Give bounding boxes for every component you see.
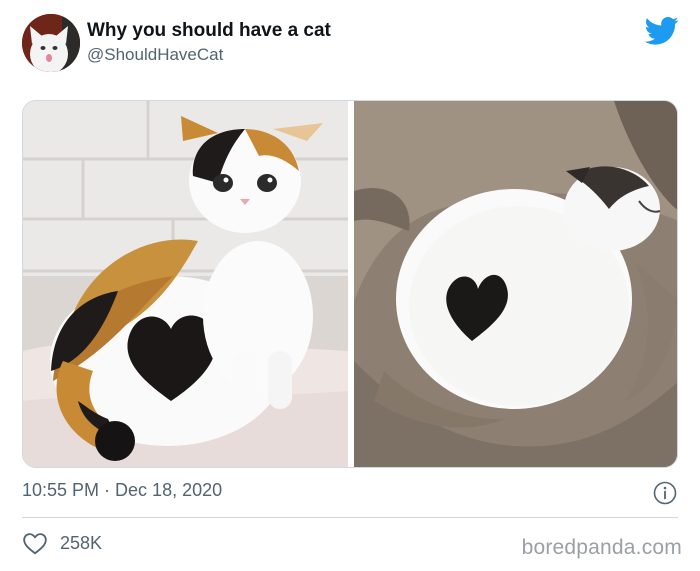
tweet-media[interactable] — [22, 100, 678, 468]
tweet-timestamp[interactable]: 10:55 PM · Dec 18, 2020 — [22, 480, 227, 501]
source-watermark: boredpanda.com — [521, 536, 682, 559]
like-count: 258K — [60, 533, 103, 553]
author-name[interactable]: Why you should have a cat — [87, 20, 331, 42]
photo-calico-kitten[interactable] — [23, 101, 348, 467]
timestamp-separator: · — [104, 480, 111, 500]
photo-sleeping-cat[interactable] — [354, 101, 677, 467]
heart-outline-icon[interactable] — [22, 531, 48, 555]
twitter-bird-icon[interactable] — [645, 16, 679, 46]
tweet-card: Why you should have a cat @ShouldHaveCat — [0, 0, 700, 571]
tweet-date: Dec 18, 2020 — [115, 480, 223, 500]
divider — [22, 517, 678, 518]
info-icon[interactable] — [653, 481, 677, 505]
avatar[interactable] — [22, 14, 80, 72]
avatar-image — [22, 14, 80, 72]
author-handle[interactable]: @ShouldHaveCat — [87, 45, 223, 65]
sleeping-cat-image — [354, 101, 677, 467]
calico-kitten-image — [23, 101, 348, 467]
tweet-time: 10:55 PM — [22, 480, 100, 500]
